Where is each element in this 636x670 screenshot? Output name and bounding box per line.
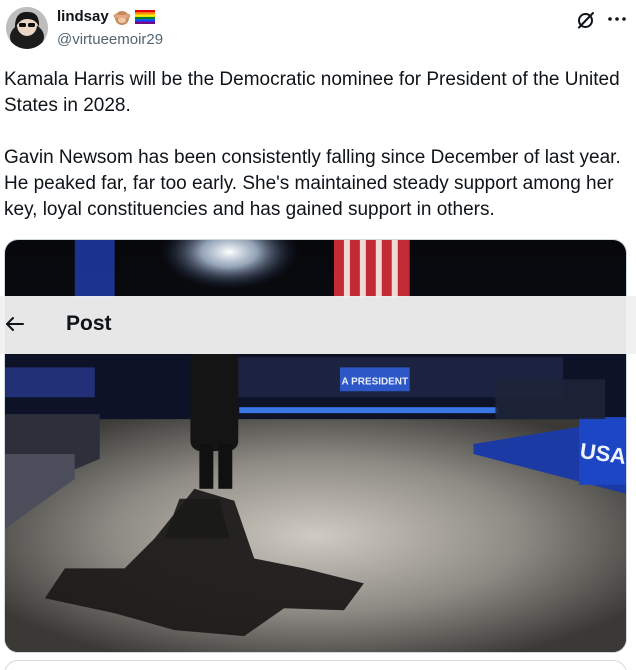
author-name-text: lindsay bbox=[57, 8, 109, 25]
grok-icon[interactable] bbox=[576, 10, 596, 30]
tweet-paragraph: Gavin Newsom has been consistently falli… bbox=[4, 147, 621, 220]
post-detail: lindsay @virtueemoir29 Kamala Harris wil… bbox=[0, 0, 636, 670]
campaign-sign-text: A PRESIDENT bbox=[342, 376, 409, 387]
rainbow-flag-emoji bbox=[134, 9, 155, 24]
avatar[interactable] bbox=[6, 7, 48, 49]
see-no-evil-monkey-emoji bbox=[113, 10, 131, 25]
more-icon[interactable] bbox=[606, 9, 628, 29]
avatar-image bbox=[6, 7, 48, 49]
quoted-content-card[interactable] bbox=[4, 660, 627, 670]
page-title: Post bbox=[66, 312, 112, 335]
author-name[interactable]: lindsay bbox=[57, 8, 155, 25]
author-handle[interactable]: @virtueemoir29 bbox=[57, 31, 163, 48]
tweet-text: Kamala Harris will be the Democratic nom… bbox=[4, 67, 632, 223]
tweet-paragraph: Kamala Harris will be the Democratic nom… bbox=[4, 69, 620, 116]
back-arrow-icon[interactable] bbox=[4, 314, 26, 334]
post-header-bar: Post bbox=[0, 296, 636, 354]
